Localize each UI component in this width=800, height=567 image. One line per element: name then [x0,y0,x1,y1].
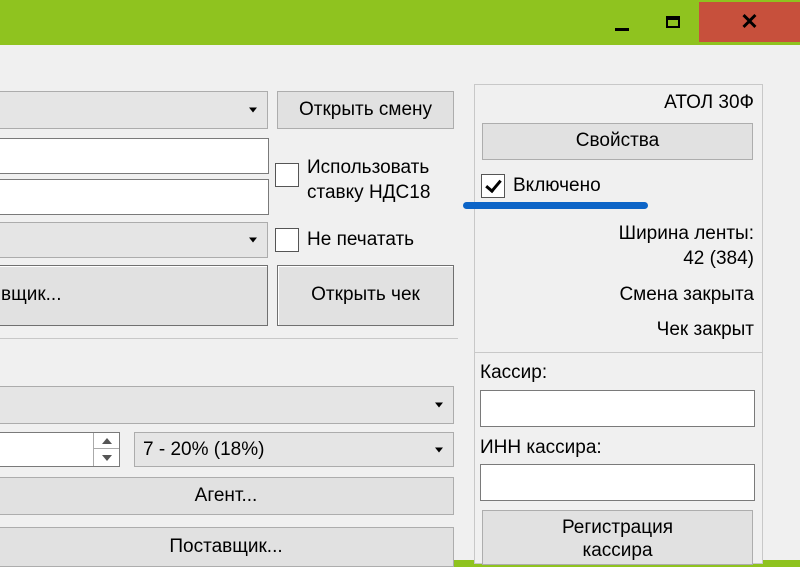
open-shift-button[interactable]: Открыть смену [277,91,454,129]
minimize-icon [615,27,629,31]
section-divider [0,338,458,339]
no-print-label: Не печатать [307,229,415,250]
maximize-icon [666,16,680,28]
panel-divider [475,352,762,353]
device-name: АТОЛ 30Ф [664,92,754,113]
chevron-down-icon [249,237,257,243]
agent-button[interactable]: Агент... [0,477,454,515]
cashier-inn-label: ИНН кассира: [480,437,602,458]
open-shift-label: Открыть смену [298,98,433,120]
supplier-select-label: вщик... [1,284,62,306]
use-vat18-line2: ставку НДС18 [307,182,431,203]
cashier-inn-input[interactable] [480,464,755,501]
maximize-button[interactable] [648,2,698,42]
register-cashier-line1: Регистрация [561,517,674,538]
minimize-button[interactable] [597,2,647,42]
cashier-label: Кассир: [480,362,548,383]
chevron-down-icon [435,402,443,408]
register-cashier-button[interactable]: Регистрация кассира [482,510,753,565]
supplier-button[interactable]: Поставщик... [0,527,454,567]
agent-label: Агент... [194,484,258,506]
use-vat18-checkbox[interactable] [275,163,299,187]
tape-width-value: 42 (384) [683,248,754,269]
shift-status: Смена закрыта [619,284,754,305]
close-icon: ✕ [740,9,759,34]
chevron-down-icon [435,447,443,452]
focus-underline [463,202,648,209]
no-print-checkbox[interactable] [275,228,299,252]
receipt-status: Чек закрыт [656,319,754,340]
stepper-buttons[interactable] [93,433,119,466]
quantity-stepper[interactable] [0,432,120,467]
cashier-input[interactable] [480,390,755,427]
enabled-label: Включено [513,175,601,196]
close-button[interactable]: ✕ [699,2,800,42]
supplier-label: Поставщик... [169,535,283,557]
chevron-up-icon [101,437,112,444]
enabled-checkbox[interactable] [481,174,505,198]
item-type-combo[interactable] [0,386,454,424]
chevron-down-icon [101,455,112,461]
supplier-select-button[interactable]: вщик... [0,265,268,326]
use-vat18-line1: Использовать [307,157,430,178]
tape-width-label: Ширина ленты: [618,223,754,244]
checkmark-icon [484,175,502,194]
use-vat18-label: Использовать ставку НДС18 [307,155,430,205]
stepper-down[interactable] [94,450,119,466]
open-receipt-label: Открыть чек [311,284,420,306]
open-receipt-button[interactable]: Открыть чек [277,265,454,326]
register-cashier-line2: кассира [582,539,653,561]
second-combo[interactable] [0,222,268,258]
top-combo[interactable] [0,91,268,129]
text-field-1[interactable] [0,138,269,174]
properties-button[interactable]: Свойства [482,123,753,160]
chevron-down-icon [249,107,257,113]
text-field-2[interactable] [0,179,269,215]
stepper-up[interactable] [94,433,119,449]
properties-label: Свойства [575,130,660,152]
vat-rate-select[interactable]: 7 - 20% (18%) [134,432,454,467]
vat-rate-value: 7 - 20% (18%) [143,438,265,460]
